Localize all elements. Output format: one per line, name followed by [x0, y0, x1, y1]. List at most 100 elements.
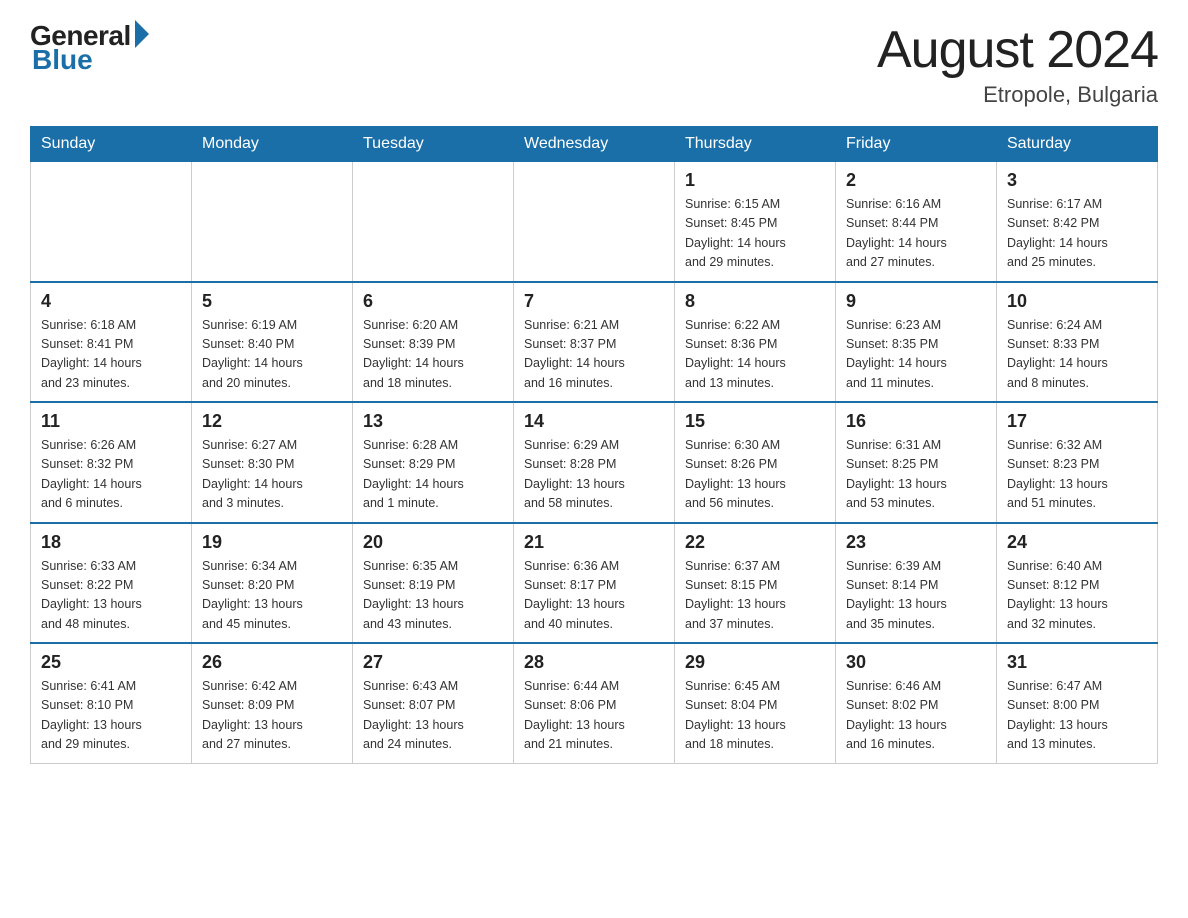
day-info: Sunrise: 6:18 AMSunset: 8:41 PMDaylight:…	[41, 316, 181, 394]
calendar-table: SundayMondayTuesdayWednesdayThursdayFrid…	[30, 126, 1158, 764]
day-number: 26	[202, 652, 342, 673]
title-block: August 2024 Etropole, Bulgaria	[877, 20, 1158, 108]
calendar-cell: 4 Sunrise: 6:18 AMSunset: 8:41 PMDaylight…	[31, 282, 192, 403]
calendar-cell: 26 Sunrise: 6:42 AMSunset: 8:09 PMDayligh…	[192, 643, 353, 763]
day-info: Sunrise: 6:21 AMSunset: 8:37 PMDaylight:…	[524, 316, 664, 394]
day-number: 8	[685, 291, 825, 312]
day-info: Sunrise: 6:35 AMSunset: 8:19 PMDaylight:…	[363, 557, 503, 635]
day-number: 25	[41, 652, 181, 673]
day-number: 23	[846, 532, 986, 553]
weekday-header-monday: Monday	[192, 127, 353, 162]
calendar-week-row: 25 Sunrise: 6:41 AMSunset: 8:10 PMDayligh…	[31, 643, 1158, 763]
calendar-cell: 14Sunrise: 6:29 AMSunset: 8:28 PMDayligh…	[514, 402, 675, 523]
day-number: 20	[363, 532, 503, 553]
day-number: 16	[846, 411, 986, 432]
day-info: Sunrise: 6:41 AMSunset: 8:10 PMDaylight:…	[41, 677, 181, 755]
calendar-cell: 20 Sunrise: 6:35 AMSunset: 8:19 PMDayligh…	[353, 523, 514, 644]
calendar-cell: 6 Sunrise: 6:20 AMSunset: 8:39 PMDaylight…	[353, 282, 514, 403]
day-info: Sunrise: 6:46 AMSunset: 8:02 PMDaylight:…	[846, 677, 986, 755]
day-number: 2	[846, 170, 986, 191]
calendar-cell: 22Sunrise: 6:37 AMSunset: 8:15 PMDayligh…	[675, 523, 836, 644]
day-number: 28	[524, 652, 664, 673]
calendar-cell	[353, 162, 514, 282]
weekday-header-saturday: Saturday	[997, 127, 1158, 162]
day-info: Sunrise: 6:36 AMSunset: 8:17 PMDaylight:…	[524, 557, 664, 635]
calendar-cell: 27Sunrise: 6:43 AMSunset: 8:07 PMDayligh…	[353, 643, 514, 763]
day-info: Sunrise: 6:39 AMSunset: 8:14 PMDaylight:…	[846, 557, 986, 635]
day-number: 7	[524, 291, 664, 312]
day-info: Sunrise: 6:34 AMSunset: 8:20 PMDaylight:…	[202, 557, 342, 635]
day-info: Sunrise: 6:45 AMSunset: 8:04 PMDaylight:…	[685, 677, 825, 755]
calendar-cell: 21 Sunrise: 6:36 AMSunset: 8:17 PMDayligh…	[514, 523, 675, 644]
calendar-cell: 15Sunrise: 6:30 AMSunset: 8:26 PMDayligh…	[675, 402, 836, 523]
calendar-cell: 28 Sunrise: 6:44 AMSunset: 8:06 PMDayligh…	[514, 643, 675, 763]
weekday-header-row: SundayMondayTuesdayWednesdayThursdayFrid…	[31, 127, 1158, 162]
calendar-cell: 24 Sunrise: 6:40 AMSunset: 8:12 PMDayligh…	[997, 523, 1158, 644]
day-info: Sunrise: 6:44 AMSunset: 8:06 PMDaylight:…	[524, 677, 664, 755]
calendar-cell: 7 Sunrise: 6:21 AMSunset: 8:37 PMDaylight…	[514, 282, 675, 403]
day-number: 21	[524, 532, 664, 553]
calendar-cell: 30 Sunrise: 6:46 AMSunset: 8:02 PMDayligh…	[836, 643, 997, 763]
day-info: Sunrise: 6:16 AMSunset: 8:44 PMDaylight:…	[846, 195, 986, 273]
day-number: 3	[1007, 170, 1147, 191]
day-info: Sunrise: 6:26 AMSunset: 8:32 PMDaylight:…	[41, 436, 181, 514]
calendar-cell	[31, 162, 192, 282]
day-number: 15	[685, 411, 825, 432]
day-number: 6	[363, 291, 503, 312]
calendar-week-row: 4 Sunrise: 6:18 AMSunset: 8:41 PMDaylight…	[31, 282, 1158, 403]
calendar-cell: 25 Sunrise: 6:41 AMSunset: 8:10 PMDayligh…	[31, 643, 192, 763]
day-info: Sunrise: 6:27 AMSunset: 8:30 PMDaylight:…	[202, 436, 342, 514]
day-info: Sunrise: 6:32 AMSunset: 8:23 PMDaylight:…	[1007, 436, 1147, 514]
day-number: 29	[685, 652, 825, 673]
page-header: General Blue August 2024 Etropole, Bulga…	[30, 20, 1158, 108]
day-number: 13	[363, 411, 503, 432]
day-number: 31	[1007, 652, 1147, 673]
calendar-cell	[514, 162, 675, 282]
weekday-header-wednesday: Wednesday	[514, 127, 675, 162]
weekday-header-friday: Friday	[836, 127, 997, 162]
logo: General Blue	[30, 20, 149, 76]
weekday-header-tuesday: Tuesday	[353, 127, 514, 162]
day-number: 18	[41, 532, 181, 553]
day-info: Sunrise: 6:22 AMSunset: 8:36 PMDaylight:…	[685, 316, 825, 394]
calendar-cell: 2 Sunrise: 6:16 AMSunset: 8:44 PMDaylight…	[836, 162, 997, 282]
calendar-week-row: 18 Sunrise: 6:33 AMSunset: 8:22 PMDayligh…	[31, 523, 1158, 644]
location-subtitle: Etropole, Bulgaria	[877, 82, 1158, 108]
weekday-header-sunday: Sunday	[31, 127, 192, 162]
calendar-cell: 29 Sunrise: 6:45 AMSunset: 8:04 PMDayligh…	[675, 643, 836, 763]
calendar-cell: 8 Sunrise: 6:22 AMSunset: 8:36 PMDaylight…	[675, 282, 836, 403]
day-number: 22	[685, 532, 825, 553]
calendar-cell: 17 Sunrise: 6:32 AMSunset: 8:23 PMDayligh…	[997, 402, 1158, 523]
calendar-cell: 5Sunrise: 6:19 AMSunset: 8:40 PMDaylight…	[192, 282, 353, 403]
calendar-cell	[192, 162, 353, 282]
calendar-cell: 3 Sunrise: 6:17 AMSunset: 8:42 PMDaylight…	[997, 162, 1158, 282]
logo-arrow-icon	[135, 20, 149, 48]
day-info: Sunrise: 6:47 AMSunset: 8:00 PMDaylight:…	[1007, 677, 1147, 755]
day-info: Sunrise: 6:33 AMSunset: 8:22 PMDaylight:…	[41, 557, 181, 635]
day-number: 12	[202, 411, 342, 432]
day-info: Sunrise: 6:42 AMSunset: 8:09 PMDaylight:…	[202, 677, 342, 755]
day-number: 10	[1007, 291, 1147, 312]
month-title: August 2024	[877, 20, 1158, 80]
day-info: Sunrise: 6:17 AMSunset: 8:42 PMDaylight:…	[1007, 195, 1147, 273]
day-number: 4	[41, 291, 181, 312]
day-number: 1	[685, 170, 825, 191]
calendar-cell: 9 Sunrise: 6:23 AMSunset: 8:35 PMDaylight…	[836, 282, 997, 403]
day-info: Sunrise: 6:20 AMSunset: 8:39 PMDaylight:…	[363, 316, 503, 394]
day-info: Sunrise: 6:23 AMSunset: 8:35 PMDaylight:…	[846, 316, 986, 394]
day-info: Sunrise: 6:28 AMSunset: 8:29 PMDaylight:…	[363, 436, 503, 514]
day-info: Sunrise: 6:15 AMSunset: 8:45 PMDaylight:…	[685, 195, 825, 273]
day-info: Sunrise: 6:24 AMSunset: 8:33 PMDaylight:…	[1007, 316, 1147, 394]
day-number: 27	[363, 652, 503, 673]
day-number: 17	[1007, 411, 1147, 432]
day-number: 9	[846, 291, 986, 312]
day-number: 24	[1007, 532, 1147, 553]
calendar-cell: 13 Sunrise: 6:28 AMSunset: 8:29 PMDayligh…	[353, 402, 514, 523]
calendar-cell: 31 Sunrise: 6:47 AMSunset: 8:00 PMDayligh…	[997, 643, 1158, 763]
calendar-week-row: 11Sunrise: 6:26 AMSunset: 8:32 PMDayligh…	[31, 402, 1158, 523]
calendar-cell: 10 Sunrise: 6:24 AMSunset: 8:33 PMDayligh…	[997, 282, 1158, 403]
day-info: Sunrise: 6:40 AMSunset: 8:12 PMDaylight:…	[1007, 557, 1147, 635]
day-number: 30	[846, 652, 986, 673]
weekday-header-thursday: Thursday	[675, 127, 836, 162]
logo-blue-text: Blue	[32, 44, 93, 76]
